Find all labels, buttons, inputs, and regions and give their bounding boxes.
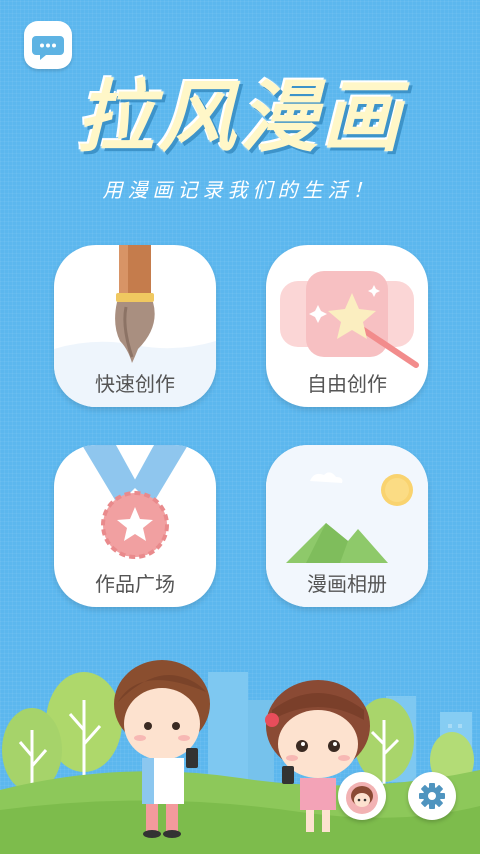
comic-album-label: 漫画相册 (307, 572, 387, 596)
free-create-button[interactable]: 自由创作 (266, 245, 428, 407)
app-logo: 拉风漫画 (64, 56, 416, 166)
quick-create-button[interactable]: 快速创作 (54, 245, 216, 407)
comic-album-button[interactable]: 漫画相册 (266, 445, 428, 607)
gear-icon (419, 783, 445, 809)
works-gallery-label: 作品广场 (95, 572, 175, 596)
girl-avatar-icon (346, 782, 378, 814)
slogan: 用漫画记录我们的生活！ (102, 178, 378, 202)
works-gallery-button[interactable]: 作品广场 (54, 445, 216, 607)
avatar-button[interactable] (338, 772, 386, 820)
free-create-label: 自由创作 (307, 372, 387, 396)
logo-text: 拉风漫画 (75, 73, 404, 163)
quick-create-label: 快速创作 (95, 372, 175, 396)
park-scene-illustration (0, 660, 480, 854)
settings-button[interactable] (408, 772, 456, 820)
